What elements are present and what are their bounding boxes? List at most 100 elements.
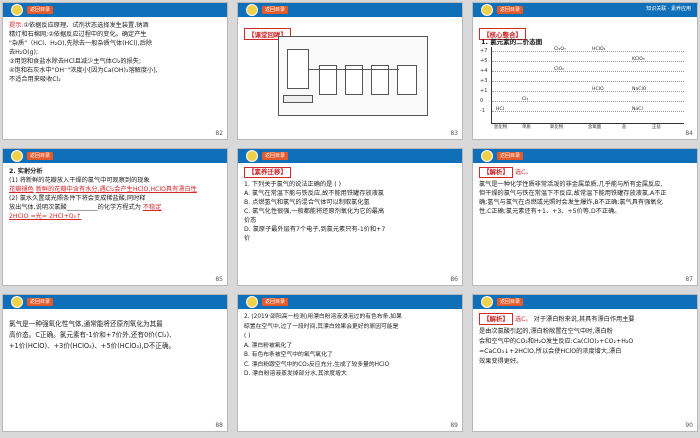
slide-text-line: D. 漂白粉溶液蒸发掉部分水,其浓度增大 bbox=[244, 371, 347, 377]
slide-thumbnail-85[interactable]: 返回目录 2. 实射分析 (1) 将新鲜的花瓣放入干燥的氯气中可观察到的现象 花… bbox=[2, 148, 228, 286]
back-to-contents-button[interactable]: 返回目录 bbox=[262, 152, 289, 160]
slide-body: 【解析】 选C。 氯气是一种化学性质非常活泼的非金属单质,几乎能与所有金属反应,… bbox=[479, 167, 691, 275]
back-to-contents-button[interactable]: 返回目录 bbox=[262, 298, 289, 306]
back-to-contents-button[interactable]: 返回目录 bbox=[497, 6, 524, 14]
x-tick: 盐 bbox=[622, 125, 627, 130]
school-logo-icon bbox=[246, 296, 258, 308]
slide-header-bar: 返回目录 bbox=[238, 3, 462, 17]
section-tagline: 知识关联 · 素养应用 bbox=[646, 6, 691, 12]
page-number: 82 bbox=[215, 130, 223, 137]
page-number: 86 bbox=[450, 276, 458, 283]
back-to-contents-button[interactable]: 返回目录 bbox=[497, 298, 524, 306]
slide-text-line: 不适合用来吸收Cl₂ bbox=[9, 76, 61, 83]
slide-text-line: 氯气是一种强氧化性气体,通常能将还原剂氧化为其最 bbox=[9, 320, 163, 328]
slide-thumbnail-83[interactable]: 返回目录 【课堂回眸】 83 bbox=[237, 2, 463, 140]
slide-text-line: 确;氢气与氯气在点燃或光照时会发生爆炸,B不正确;氯气具有强氧化 bbox=[479, 199, 663, 206]
slide-text-line: B. 点燃氢气和氯气的混合气体可以制取氯化氢 bbox=[244, 199, 370, 206]
school-logo-icon bbox=[246, 150, 258, 162]
apparatus-diagram bbox=[278, 36, 428, 116]
slide-text-line: ③用饱和食盐水除去HCl且减少主气体Cl₂的损失; bbox=[9, 58, 142, 65]
slide-text-line: "杂质"（HCl、H₂O),先除去一般杂质气体(HCl),后除 bbox=[9, 40, 153, 47]
grid-line bbox=[492, 91, 684, 92]
slide-thumbnail-90[interactable]: 返回目录 【解析】 选C。 对于漂白粉来说,其具有漂白作用主要 是由次氯酸引起的… bbox=[472, 294, 698, 432]
chart-cell: HClO bbox=[592, 87, 604, 92]
slide-body: 氯气是一种强氧化性气体,通常能将还原剂氧化为其最 高价态。C正确。氯元素有-1价… bbox=[9, 319, 221, 421]
slide-thumbnail-88[interactable]: 返回目录 氯气是一种强氧化性气体,通常能将还原剂氧化为其最 高价态。C正确。氯元… bbox=[2, 294, 228, 432]
slide-thumbnail-86[interactable]: 返回目录 【素养迁移】 1. 下列关于氯气的说法正确的是 ( ) A. 氯气在常… bbox=[237, 148, 463, 286]
hint-label: 提示: bbox=[9, 22, 24, 29]
chart-cell: ClO₂ bbox=[554, 67, 564, 72]
school-logo-icon bbox=[481, 296, 493, 308]
grid-line bbox=[492, 61, 684, 62]
page-number: 90 bbox=[685, 422, 693, 429]
slide-text-line: 价态 bbox=[244, 217, 257, 224]
slide-text-line: ( ) bbox=[244, 333, 251, 339]
slide-header-bar: 返回目录 bbox=[238, 295, 462, 309]
page-number: 83 bbox=[450, 130, 458, 137]
slide-header-bar: 返回目录 bbox=[473, 295, 697, 309]
school-logo-icon bbox=[11, 150, 23, 162]
back-to-contents-button[interactable]: 返回目录 bbox=[27, 298, 54, 306]
answer-text: 不稳定 bbox=[142, 204, 162, 211]
section-title: 【解析】 bbox=[479, 313, 513, 325]
page-number: 89 bbox=[450, 422, 458, 429]
slide-thumbnail-89[interactable]: 返回目录 2. (2019·邵阳高一检测)用漂白粉溶液浸泡过的有色布条,如果 晾… bbox=[237, 294, 463, 432]
slide-text-line: (2) 氯水久置或光照条件下将会变成稀盐酸,同时释 bbox=[9, 195, 146, 202]
slide-body: 【解析】 选C。 对于漂白粉来说,其具有漂白作用主要 是由次氯酸引起的,漂白粉敞… bbox=[479, 313, 691, 421]
y-tick: +3 bbox=[480, 78, 488, 84]
back-to-contents-button[interactable]: 返回目录 bbox=[27, 6, 54, 14]
slide-sorter-grid: 返回目录 提示:①依据反应原理、试剂状态选择发生装置,钠酒 精灯和石棉网;②依据… bbox=[0, 0, 700, 438]
page-number: 85 bbox=[215, 276, 223, 283]
grid-line bbox=[492, 71, 684, 72]
slide-text-line: ④饱和石灰水中"OH⁻"浓度小[因为Ca(OH)₂溶解度小], bbox=[9, 67, 158, 74]
back-to-contents-button[interactable]: 返回目录 bbox=[27, 152, 54, 160]
slide-header-bar: 返回目录 bbox=[3, 3, 227, 17]
slide-text-line: 但干燥的氯气与铁在常温下不反应,故常温下能用铁罐存放液氯,A不正 bbox=[479, 190, 667, 197]
slide-text-line: 会和空气中的CO₂和H₂O发生反应:Ca(ClO)₂+CO₂+H₂O bbox=[479, 338, 634, 345]
chart-heading: 1. 氯元素的二价态图 bbox=[481, 38, 543, 46]
answer-text: 新鲜的花瓣中含有水分,遇Cl₂会产生HClO,HClO具有漂白性 bbox=[35, 186, 197, 193]
school-logo-icon bbox=[481, 150, 493, 162]
slide-text-line: (1) 将新鲜的花瓣放入干燥的氯气中可观察到的现象 bbox=[9, 177, 150, 184]
slide-text-line: 性,C正确;氯元素还有+1、+3、+5价等,D不正确。 bbox=[479, 208, 621, 215]
back-to-contents-button[interactable]: 返回目录 bbox=[262, 6, 289, 14]
slide-text-line: 晾置在空气中,过了一段时间,其漂白效果会更好的原因可能是 bbox=[244, 323, 399, 330]
y-tick: -1 bbox=[480, 108, 485, 114]
grid-line bbox=[492, 111, 684, 112]
y-tick: +4 bbox=[480, 68, 488, 74]
x-tick: 氧化物 bbox=[550, 125, 564, 130]
chart-cell: KClO₃ bbox=[632, 57, 645, 62]
slide-text-line: 去H₂O(g); bbox=[9, 49, 39, 56]
page-number: 84 bbox=[685, 130, 693, 137]
slide-body: 2. (2019·邵阳高一检测)用漂白粉溶液浸泡过的有色布条,如果 晾置在空气中… bbox=[244, 313, 456, 421]
slide-thumbnail-87[interactable]: 返回目录 【解析】 选C。 氯气是一种化学性质非常活泼的非金属单质,几乎能与所有… bbox=[472, 148, 698, 286]
page-number: 88 bbox=[215, 422, 223, 429]
grid-line bbox=[492, 51, 684, 52]
chart-cell: NaClO bbox=[632, 87, 647, 92]
slide-text-line: 精灯和石棉网;②依据反应过程中的变化。确定产生 bbox=[9, 31, 147, 38]
slide-thumbnail-82[interactable]: 返回目录 提示:①依据反应原理、试剂状态选择发生装置,钠酒 精灯和石棉网;②依据… bbox=[2, 2, 228, 140]
slide-text-line: A. 氯气在常温下能与铁反应,故不能用铁罐存放液氯 bbox=[244, 190, 384, 197]
slide-header-bar: 返回目录 bbox=[238, 149, 462, 163]
slide-text-line: 氯气是一种化学性质非常活泼的非金属单质,几乎能与所有金属反应, bbox=[479, 181, 663, 188]
x-tick: 氢化物 bbox=[494, 125, 508, 130]
slide-header-bar: 返回目录 bbox=[473, 149, 697, 163]
y-tick: +5 bbox=[480, 58, 488, 64]
answer-text: 2HClO =光= 2HCl+O₂↑ bbox=[9, 213, 82, 220]
slide-text-line: A. 漂白粉被氧化了 bbox=[244, 342, 293, 349]
school-logo-icon bbox=[481, 4, 493, 16]
school-logo-icon bbox=[246, 4, 258, 16]
slide-text-line: 对于漂白粉来说,其具有漂白作用主要 bbox=[533, 316, 635, 323]
chart-cell: Cl₂O₇ bbox=[554, 47, 566, 52]
slide-thumbnail-84[interactable]: 返回目录 知识关联 · 素养应用 【核心整合】 1. 氯元素的二价态图 +7 +… bbox=[472, 2, 698, 140]
valence-chart: +7 +5 +4 +3 +1 0 -1 Cl₂O₇ HClO₄ ClO₂ KCl… bbox=[480, 47, 684, 130]
slide-text-line: ①依据反应原理、试剂状态选择发生装置,钠酒 bbox=[23, 22, 149, 29]
chart-cell: HCl bbox=[496, 107, 504, 112]
grid-line bbox=[492, 81, 684, 82]
slide-header-bar: 返回目录 bbox=[3, 149, 227, 163]
chart-cell: HClO₄ bbox=[592, 47, 606, 52]
tube-line bbox=[309, 69, 399, 70]
back-to-contents-button[interactable]: 返回目录 bbox=[497, 152, 524, 160]
slide-text-line: 2. (2019·邵阳高一检测)用漂白粉溶液浸泡过的有色布条,如果 bbox=[244, 314, 402, 320]
flask-shape bbox=[287, 49, 309, 89]
